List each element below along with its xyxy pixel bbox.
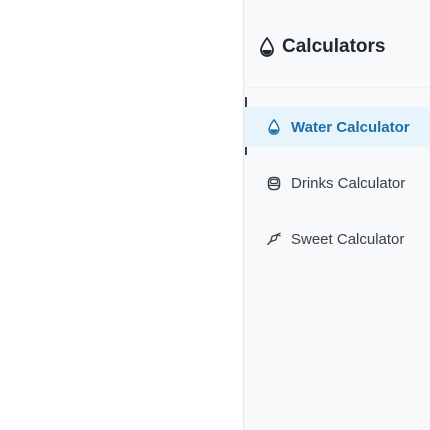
candy-icon xyxy=(266,231,282,247)
drink-cup-icon xyxy=(266,175,282,191)
sidebar-title: Calculators xyxy=(260,32,385,62)
sidebar-item-drinks-calculator[interactable]: Drinks Calculator xyxy=(244,163,430,203)
sidebar-item-label: Water Calculator xyxy=(291,118,410,136)
content-area xyxy=(0,0,243,430)
sidebar-title-text: Calculators xyxy=(282,36,386,57)
sidebar-item-label: Sweet Calculator xyxy=(291,230,405,248)
sidebar-item-water-calculator[interactable]: Water Calculator xyxy=(244,107,430,147)
sidebar-item-sweet-calculator[interactable]: Sweet Calculator xyxy=(244,219,430,259)
water-drop-icon xyxy=(266,119,282,135)
sidebar-item-label: Drinks Calculator xyxy=(291,174,406,192)
calculators-sidebar: Calculators Water Calculator Drinks Calc… xyxy=(243,0,430,430)
title-divider xyxy=(244,87,430,88)
water-drop-icon xyxy=(260,37,274,57)
